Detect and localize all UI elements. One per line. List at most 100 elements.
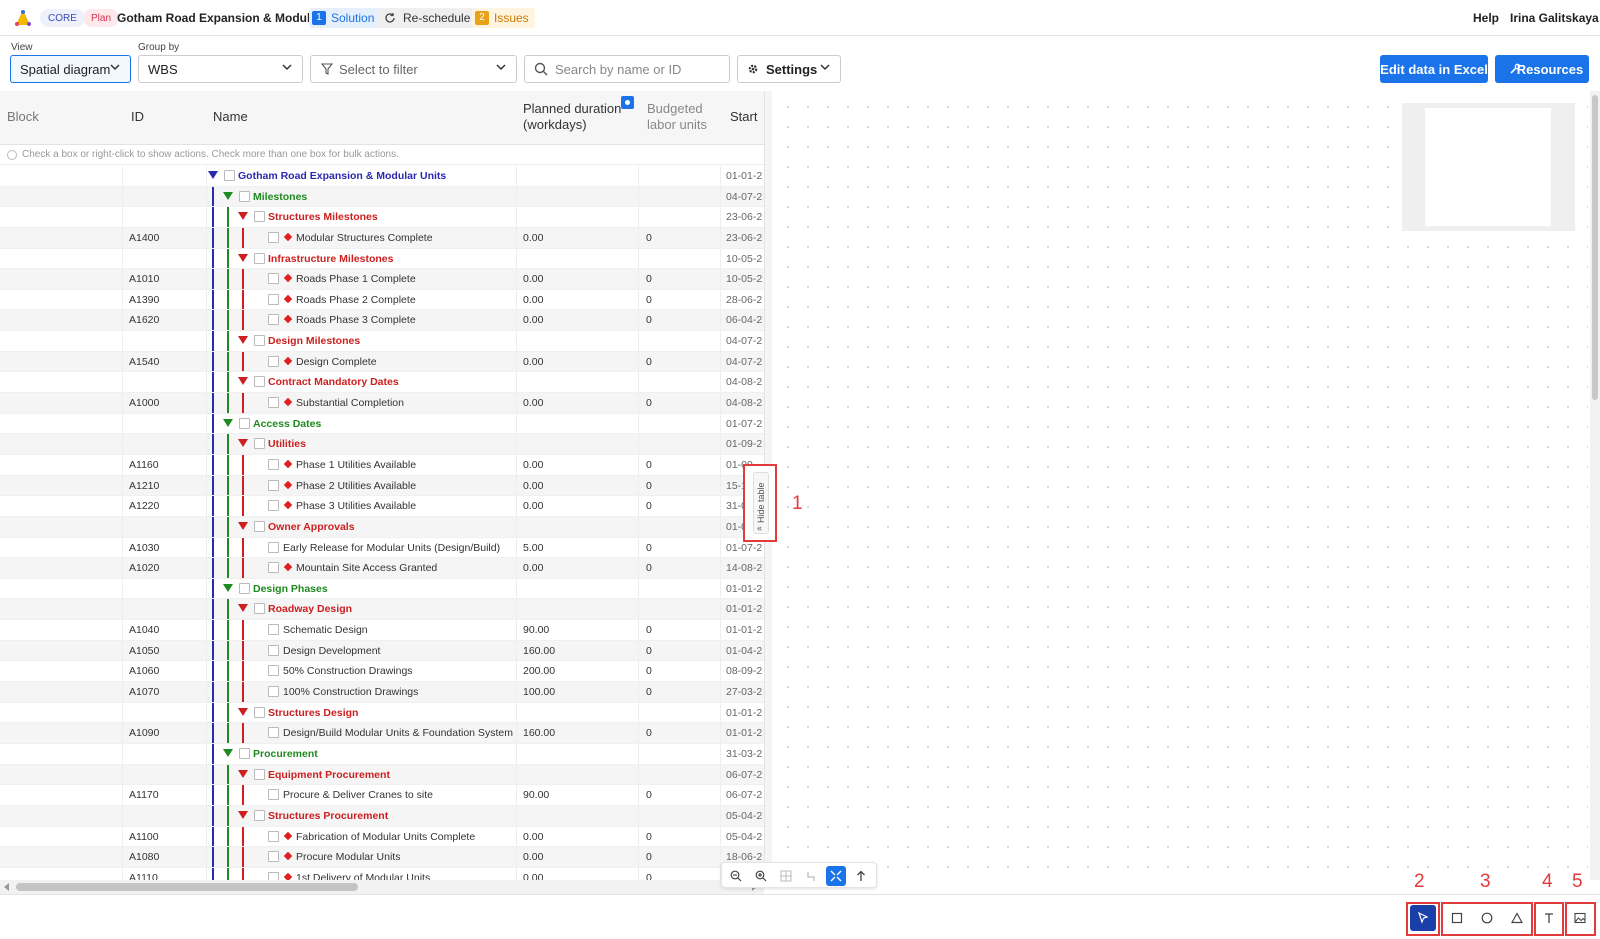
row-checkbox[interactable] [254, 603, 265, 615]
row-checkbox[interactable] [268, 789, 279, 801]
triangle-tool-button[interactable] [1504, 905, 1530, 931]
rectangle-tool-button[interactable] [1444, 905, 1470, 931]
table-row[interactable]: A1050 Design Development 160.00 0 01-04-2 [0, 640, 764, 662]
row-checkbox[interactable] [268, 314, 279, 326]
col-start[interactable]: Start [730, 109, 757, 124]
row-checkbox[interactable] [254, 809, 265, 821]
table-row[interactable]: A1100 Fabrication of Modular Units Comple… [0, 826, 764, 848]
row-checkbox[interactable] [239, 190, 250, 202]
row-checkbox[interactable] [268, 458, 279, 470]
row-checkbox[interactable] [268, 541, 279, 553]
row-checkbox[interactable] [268, 397, 279, 409]
col-duration[interactable]: Planned duration [523, 101, 621, 116]
table-row[interactable]: A1070 100% Construction Drawings 100.00 0 27… [0, 682, 764, 703]
table-row[interactable]: A1000 Substantial Completion 0.00 0 04-08-2 [0, 393, 764, 414]
table-row[interactable]: A1090 Design/Build Modular Units & Founda… [0, 723, 764, 744]
edit-in-excel-button[interactable]: Edit data in Excel [1380, 55, 1488, 83]
collapse-triangle-icon[interactable] [238, 707, 248, 716]
table-row[interactable]: A1030 Early Release for Modular Units (De… [0, 537, 764, 559]
table-row[interactable]: Infrastructure Milestones 10-05-2 [0, 248, 764, 270]
row-checkbox[interactable] [268, 293, 279, 305]
row-checkbox[interactable] [239, 747, 250, 759]
table-row[interactable]: A1220 Phase 3 Utilities Available 0.00 0 31-… [0, 496, 764, 517]
undo-button[interactable] [801, 866, 821, 886]
horizontal-scroll-thumb[interactable] [16, 883, 358, 891]
group-by-select[interactable]: WBS [138, 55, 303, 83]
table-row[interactable]: A1160 Phase 1 Utilities Available 0.00 0 01-… [0, 454, 764, 476]
collapse-triangle-icon[interactable] [238, 439, 248, 448]
table-row[interactable]: A1040 Schematic Design 90.00 0 01-01-2 [0, 620, 764, 641]
row-checkbox[interactable] [268, 851, 279, 863]
collapse-triangle-icon[interactable] [238, 604, 248, 613]
table-row[interactable]: A1110 1st Delivery of Modular Units 0.00 0 [0, 867, 764, 880]
table-row[interactable]: A1010 Roads Phase 1 Complete 0.00 0 10-05-2 [0, 269, 764, 290]
collapse-triangle-icon[interactable] [238, 810, 248, 819]
table-row[interactable]: Roadway Design 01-01-2 [0, 599, 764, 621]
view-select[interactable]: Spatial diagram [10, 55, 131, 83]
row-checkbox[interactable] [268, 727, 279, 739]
table-row[interactable]: Utilities 01-09-2 [0, 434, 764, 455]
row-checkbox[interactable] [268, 644, 279, 656]
issues-button[interactable]: 2 Issues [472, 8, 535, 28]
text-tool-button[interactable] [1536, 905, 1562, 931]
table-row[interactable]: A1060 50% Construction Drawings 200.00 0 08-… [0, 661, 764, 683]
col-id[interactable]: ID [131, 109, 144, 124]
zoom-out-button[interactable] [726, 866, 746, 886]
search-input[interactable]: Search by name or ID [524, 55, 730, 83]
table-row[interactable]: A1620 Roads Phase 3 Complete 0.00 0 06-04-2 [0, 310, 764, 332]
table-row[interactable]: Owner Approvals 01-0 [0, 516, 764, 538]
collapse-triangle-icon[interactable] [223, 583, 233, 592]
row-checkbox[interactable] [224, 170, 235, 181]
duration-info-icon[interactable] [621, 96, 634, 109]
hide-table-button[interactable]: Hide table « [753, 472, 769, 534]
scroll-left-icon[interactable] [4, 883, 9, 891]
fit-to-screen-button[interactable] [826, 866, 846, 886]
table-row[interactable]: Equipment Procurement 06-07-2 [0, 764, 764, 786]
grid-toggle-button[interactable] [776, 866, 796, 886]
row-checkbox[interactable] [268, 562, 279, 574]
row-checkbox[interactable] [239, 417, 250, 429]
row-checkbox[interactable] [254, 211, 265, 223]
arrow-up-button[interactable] [851, 866, 871, 886]
row-checkbox[interactable] [268, 231, 279, 243]
row-checkbox[interactable] [268, 273, 279, 285]
row-checkbox[interactable] [254, 706, 265, 718]
row-checkbox[interactable] [268, 871, 279, 880]
collapse-triangle-icon[interactable] [223, 191, 233, 200]
collapse-triangle-icon[interactable] [238, 521, 248, 530]
row-checkbox[interactable] [268, 500, 279, 512]
table-row[interactable]: Access Dates 01-07-2 [0, 413, 764, 435]
row-checkbox[interactable] [254, 768, 265, 780]
canvas-vertical-scrollbar[interactable] [1590, 91, 1600, 880]
solution-button[interactable]: 1 Solution [309, 8, 381, 28]
logo-icon[interactable] [14, 9, 32, 27]
table-row[interactable]: Design Phases 01-01-2 [0, 578, 764, 600]
collapse-triangle-icon[interactable] [208, 171, 218, 179]
table-row[interactable]: A1020 Mountain Site Access Granted 0.00 0 14… [0, 558, 764, 579]
table-row[interactable]: Gotham Road Expansion & Modular Units 01-… [0, 166, 764, 187]
table-row[interactable]: A1210 Phase 2 Utilities Available 0.00 0 15-… [0, 475, 764, 497]
minimap-viewport[interactable] [1425, 108, 1551, 226]
collapse-triangle-icon[interactable] [223, 418, 233, 427]
user-menu[interactable]: Irina Galitskaya [1510, 11, 1599, 25]
row-checkbox[interactable] [268, 665, 279, 677]
table-horizontal-scrollbar[interactable] [0, 880, 764, 894]
circle-tool-button[interactable] [1474, 905, 1500, 931]
row-checkbox[interactable] [268, 624, 279, 636]
col-labor[interactable]: Budgeted [647, 101, 703, 116]
collapse-triangle-icon[interactable] [238, 253, 248, 262]
collapse-triangle-icon[interactable] [238, 769, 248, 778]
settings-dropdown[interactable]: Settings [737, 55, 841, 83]
row-checkbox[interactable] [268, 479, 279, 491]
table-row[interactable]: A1170 Procure & Deliver Cranes to site 90.… [0, 785, 764, 806]
table-row[interactable]: Design Milestones 04-07-2 [0, 331, 764, 352]
col-block[interactable]: Block [7, 109, 39, 124]
row-checkbox[interactable] [254, 520, 265, 532]
table-row[interactable]: A1400 Modular Structures Complete 0.00 0 23-… [0, 227, 764, 249]
select-tool-button[interactable] [1410, 905, 1436, 931]
image-tool-button[interactable] [1567, 905, 1593, 931]
resources-button[interactable]: Resources [1495, 55, 1589, 83]
zoom-in-button[interactable] [751, 866, 771, 886]
table-row[interactable]: Structures Procurement 05-04-2 [0, 805, 764, 827]
vertical-scroll-thumb[interactable] [1592, 95, 1598, 400]
